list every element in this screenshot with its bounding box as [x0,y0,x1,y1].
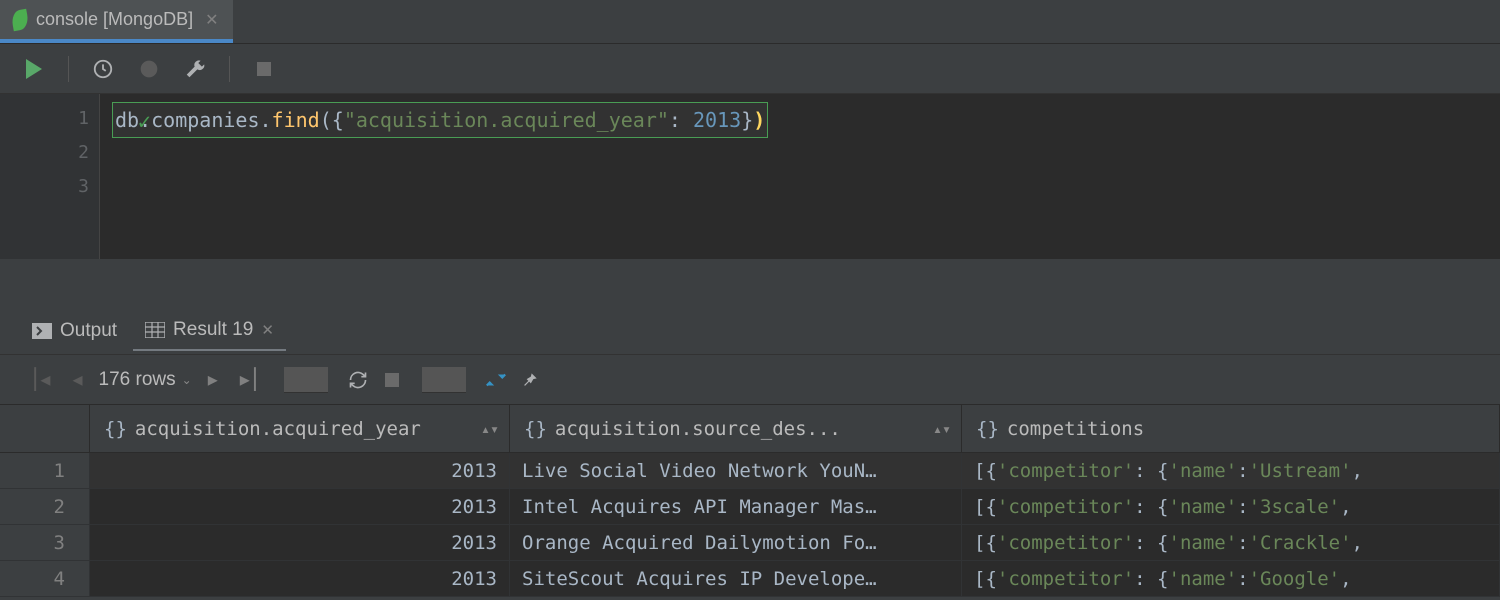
submit-button[interactable] [484,368,508,392]
stop-button [252,57,276,81]
row-number: 4 [0,561,90,596]
tab-label: console [MongoDB] [36,9,193,30]
table-row[interactable]: 42013SiteScout Acquires IP Develope…[{'c… [0,561,1500,597]
result-label: Result 19 [173,319,253,341]
tab-output[interactable]: Output [20,312,129,350]
history-icon [92,58,114,80]
table-row[interactable]: 32013Orange Acquired Dailymotion Fo…[{'c… [0,525,1500,561]
cell-year[interactable]: 2013 [90,489,510,524]
pin-button[interactable] [518,368,542,392]
last-page-button[interactable]: ▸⎮ [234,367,266,392]
row-number: 1 [0,453,90,488]
cell-desc[interactable]: Orange Acquired Dailymotion Fo… [510,525,962,560]
code-editor[interactable]: 1 ✓ 2 3 db.companies.find({"acquisition.… [0,94,1500,259]
separator [422,367,466,393]
stop-icon [385,373,399,387]
cell-year[interactable]: 2013 [90,453,510,488]
param-button [137,57,161,81]
table-icon [145,322,165,338]
history-button[interactable] [91,57,115,81]
submit-icon [485,369,507,391]
next-page-button[interactable]: ▸ [202,367,224,392]
cell-year[interactable]: 2013 [90,525,510,560]
panel-tab-strip: Output Result 19 ✕ [0,307,1500,355]
chevron-down-icon: ⌄ [182,373,192,387]
sort-icon[interactable]: ▴▾ [481,420,499,438]
sort-icon[interactable]: ▴▾ [933,420,951,438]
separator [68,56,69,82]
code-area[interactable]: db.companies.find({"acquisition.acquired… [100,94,1500,259]
output-label: Output [60,320,117,342]
column-header-source-desc[interactable]: {} acquisition.source_des... ▴▾ [510,405,962,452]
run-button[interactable] [22,57,46,81]
object-icon: {} [524,418,547,440]
cell-desc[interactable]: Intel Acquires API Manager Mas… [510,489,962,524]
editor-toolbar [0,44,1500,94]
tab-console-mongodb[interactable]: console [MongoDB] ✕ [0,0,233,43]
cell-desc[interactable]: SiteScout Acquires IP Develope… [510,561,962,596]
output-icon [32,323,52,339]
row-number: 3 [0,525,90,560]
separator [229,56,230,82]
line-number: 1 ✓ [0,102,89,136]
editor-gutter: 1 ✓ 2 3 [0,94,100,259]
tab-result[interactable]: Result 19 ✕ [133,311,286,351]
grid-body: 12013Live Social Video Network YouN…[{'c… [0,453,1500,597]
stop-icon [257,62,271,76]
prev-page-button: ◂ [66,367,88,392]
object-icon: {} [976,418,999,440]
cell-competitions[interactable]: [{'competitor': {'name': '3scale', [962,489,1500,524]
column-header-competitions[interactable]: {} competitions [962,405,1500,452]
cell-competitions[interactable]: [{'competitor': {'name': 'Google', [962,561,1500,596]
cell-competitions[interactable]: [{'competitor': {'name': 'Ustream', [962,453,1500,488]
wrench-icon [184,58,206,80]
stop-result-button [380,368,404,392]
grid-header-row: {} acquisition.acquired_year ▴▾ {} acqui… [0,405,1500,453]
row-number: 2 [0,489,90,524]
check-icon: ✓ [138,106,151,140]
table-row[interactable]: 12013Live Social Video Network YouN…[{'c… [0,453,1500,489]
cell-year[interactable]: 2013 [90,561,510,596]
result-toolbar: ⎮◂ ◂ 176 rows ⌄ ▸ ▸⎮ [0,355,1500,405]
reload-button[interactable] [346,368,370,392]
cell-competitions[interactable]: [{'competitor': {'name': 'Crackle', [962,525,1500,560]
table-row[interactable]: 22013Intel Acquires API Manager Mas…[{'c… [0,489,1500,525]
line-number: 2 [0,136,89,170]
play-icon [26,59,42,79]
row-count-dropdown[interactable]: 176 rows ⌄ [99,369,192,391]
settings-button[interactable] [183,57,207,81]
code-line-1: db.companies.find({"acquisition.acquired… [112,102,1500,138]
cell-desc[interactable]: Live Social Video Network YouN… [510,453,962,488]
editor-gap [0,259,1500,307]
row-number-header [0,405,90,452]
separator [284,367,328,393]
close-icon[interactable]: ✕ [261,321,274,339]
close-icon[interactable]: ✕ [205,10,218,30]
mongodb-leaf-icon [10,8,29,30]
line-number: 3 [0,170,89,204]
first-page-button: ⎮◂ [24,367,56,392]
object-icon: {} [104,418,127,440]
param-icon [139,59,159,79]
pin-icon [520,370,540,390]
results-grid: {} acquisition.acquired_year ▴▾ {} acqui… [0,405,1500,597]
editor-tab-strip: console [MongoDB] ✕ [0,0,1500,44]
reload-icon [348,370,368,390]
column-header-acquired-year[interactable]: {} acquisition.acquired_year ▴▾ [90,405,510,452]
